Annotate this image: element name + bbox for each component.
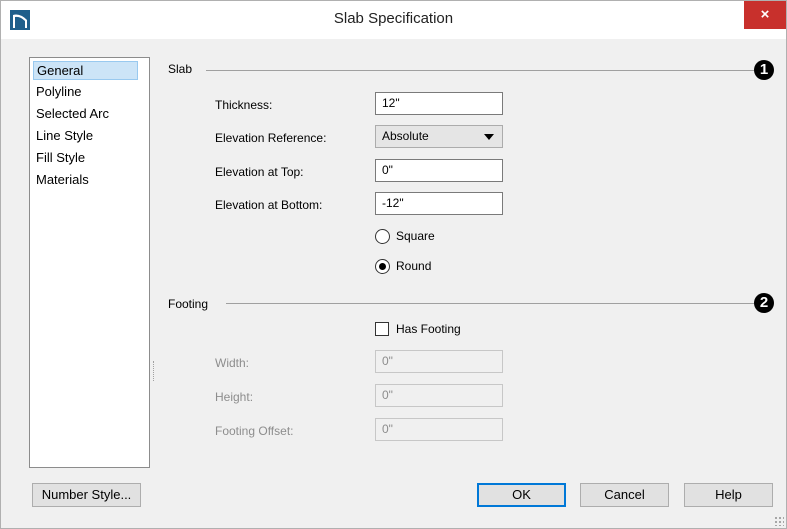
footing-height-input[interactable]: 0" xyxy=(375,384,503,407)
footing-width-input[interactable]: 0" xyxy=(375,350,503,373)
sidebar-item-fill-style[interactable]: Fill Style xyxy=(33,148,85,167)
elevation-reference-label: Elevation Reference: xyxy=(215,131,327,145)
sidebar-item-polyline[interactable]: Polyline xyxy=(33,82,82,101)
slab-section-divider xyxy=(206,70,754,71)
footing-offset-label: Footing Offset: xyxy=(215,424,294,438)
elevation-bottom-input[interactable]: -12" xyxy=(375,192,503,215)
sidebar-item-selected-arc[interactable]: Selected Arc xyxy=(33,104,109,123)
panel-splitter[interactable] xyxy=(153,361,155,381)
title-bar[interactable]: Slab Specification × xyxy=(1,1,786,39)
close-icon: × xyxy=(760,6,770,23)
footing-section-divider xyxy=(226,303,754,304)
elevation-bottom-label: Elevation at Bottom: xyxy=(215,198,323,212)
sidebar-item-general[interactable]: General xyxy=(33,61,138,80)
footing-width-label: Width: xyxy=(215,356,250,370)
round-radio-option[interactable]: Round xyxy=(375,258,475,276)
dialog-window: Slab Specification × General Polyline Se… xyxy=(0,0,787,529)
cancel-button[interactable]: Cancel xyxy=(580,483,669,507)
callout-marker-1: 1 xyxy=(754,60,774,80)
chevron-down-icon xyxy=(484,134,494,140)
thickness-input[interactable]: 12" xyxy=(375,92,503,115)
footing-offset-input[interactable]: 0" xyxy=(375,418,503,441)
help-button[interactable]: Help xyxy=(684,483,773,507)
has-footing-checkbox[interactable] xyxy=(375,322,389,336)
round-radio[interactable] xyxy=(375,259,390,274)
resize-grip-icon[interactable] xyxy=(774,516,784,526)
square-radio-option[interactable]: Square xyxy=(375,228,475,246)
footing-section-heading: Footing xyxy=(168,297,209,311)
slab-section-heading: Slab xyxy=(168,62,193,76)
elevation-top-label: Elevation at Top: xyxy=(215,165,304,179)
ok-button[interactable]: OK xyxy=(477,483,566,507)
sidebar-item-materials[interactable]: Materials xyxy=(33,170,89,189)
elevation-reference-select[interactable]: Absolute xyxy=(375,125,503,148)
elevation-reference-value: Absolute xyxy=(382,129,429,143)
window-title: Slab Specification xyxy=(333,10,454,27)
has-footing-label: Has Footing xyxy=(396,322,461,336)
footing-height-label: Height: xyxy=(215,390,254,404)
has-footing-option[interactable]: Has Footing xyxy=(375,321,495,339)
close-button[interactable]: × xyxy=(744,1,786,29)
square-radio-label: Square xyxy=(396,229,435,243)
callout-marker-2: 2 xyxy=(754,293,774,313)
thickness-label: Thickness: xyxy=(215,98,273,112)
elevation-top-input[interactable]: 0" xyxy=(375,159,503,182)
sidebar-item-line-style[interactable]: Line Style xyxy=(33,126,93,145)
category-list[interactable]: General Polyline Selected Arc Line Style… xyxy=(29,57,150,468)
round-radio-label: Round xyxy=(396,259,432,273)
square-radio[interactable] xyxy=(375,229,390,244)
number-style-button[interactable]: Number Style... xyxy=(32,483,141,507)
